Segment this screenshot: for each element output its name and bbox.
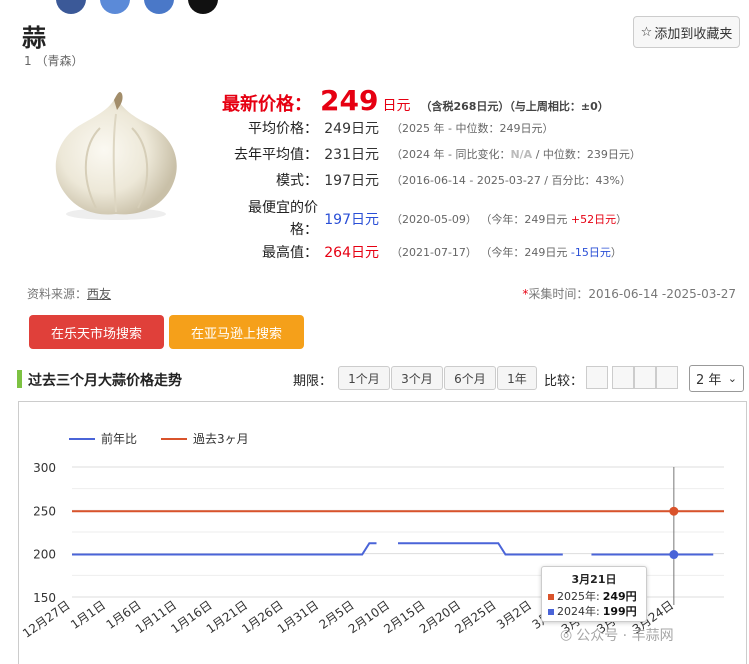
stat-meta-part: +52日元	[570, 213, 617, 226]
stat-value: 197日元	[324, 173, 379, 189]
tooltip-row-value: 199円	[602, 605, 637, 618]
rakuten-search-button[interactable]: 在乐天市场搜索	[29, 315, 164, 349]
stat-value: 264日元	[324, 245, 379, 261]
data-source-label: 资料来源：	[27, 287, 88, 301]
cursor-point-2024	[669, 550, 679, 560]
tooltip-row-label: 2024年:	[557, 605, 600, 618]
stat-meta: （2016-06-14 - 2025-03-27 / 百分比：43%）	[391, 172, 631, 188]
product-subtitle: 1 （青森）	[24, 54, 84, 68]
stat-row: 去年平均值： 231日元 （2024 年 - 同比变化：N/A / 中位数：239日…	[208, 144, 641, 164]
tooltip-row-2025: 2025年: 249円	[548, 589, 640, 604]
cursor-point-2025	[669, 506, 679, 516]
tooltip-title: 3月21日	[571, 573, 617, 586]
stat-meta-part: （2016-06-14 - 2025-03-27 / 百分比：43%）	[391, 174, 631, 187]
share-icon-facebook[interactable]	[56, 0, 86, 14]
stat-value: 197日元	[324, 212, 379, 228]
watermark: ◎ 公众号 · 丰蒜网	[560, 625, 674, 645]
latest-price-note: （含税268日元）（与上周相比：±0）	[420, 100, 609, 113]
stat-meta-part: （2024 年 - 同比变化：	[391, 148, 511, 161]
latest-price: 最新价格： 249 日元 （含税268日元）（与上周相比：±0）	[222, 84, 609, 117]
compare-label: 比较：	[544, 374, 584, 389]
y-tick-label: 150	[33, 591, 56, 605]
stat-value: 231日元	[324, 147, 379, 163]
add-favorite-label: 添加到收藏夹	[654, 26, 733, 42]
stat-meta: （2024 年 - 同比变化：N/A / 中位数：239日元）	[391, 146, 641, 162]
wechat-icon: ◎	[560, 627, 573, 643]
stat-meta: （2020-05-09） （今年：249日元 +52日元）	[391, 211, 627, 227]
stat-label: 平均价格：	[248, 121, 318, 137]
stat-row: 最便宜的价格： 197日元 （2020-05-09） （今年：249日元 +52日元…	[208, 197, 627, 241]
section-title: 过去三个月大蒜价格走势	[28, 373, 182, 389]
legend-label: 過去3ヶ月	[193, 432, 249, 446]
x-tick-label: 1月1日	[68, 598, 108, 632]
x-tick-label: 1月31日	[275, 598, 321, 636]
stat-row: 平均价格： 249日元 （2025 年 - 中位数：249日元）	[208, 118, 553, 138]
series-line	[72, 542, 377, 556]
x-tick-label: 3月2日	[494, 598, 534, 632]
chevron-down-icon: ⌄	[727, 372, 737, 385]
stat-value: 249日元	[324, 121, 379, 137]
section-accent-bar	[17, 370, 22, 388]
compare-toggle-1[interactable]	[586, 366, 608, 389]
stat-label: 模式：	[276, 173, 318, 189]
stat-meta: （2021-07-17） （今年：249日元 -15日元）	[391, 244, 622, 260]
stat-label: 最高值：	[262, 245, 318, 261]
share-icon-twitter[interactable]	[100, 0, 130, 14]
tooltip-row-label: 2025年:	[557, 590, 600, 603]
stat-meta-part: （2020-05-09） （今年：249日元	[391, 213, 571, 226]
x-tick-label: 2月25日	[452, 598, 498, 636]
amazon-search-button[interactable]: 在亚马逊上搜索	[169, 315, 304, 349]
period-button-6m[interactable]: 6个月	[444, 366, 496, 390]
stat-meta: （2025 年 - 中位数：249日元）	[391, 120, 553, 136]
year-select-value: 2 年	[696, 373, 722, 388]
watermark-text: 公众号 · 丰蒜网	[576, 628, 674, 644]
tooltip-row-value: 249円	[602, 590, 637, 603]
latest-price-value: 249	[320, 84, 379, 117]
y-tick-label: 300	[33, 461, 56, 475]
stat-label: 去年平均值：	[234, 147, 318, 163]
stat-row: 模式： 197日元 （2016-06-14 - 2025-03-27 / 百分比：4…	[208, 170, 631, 190]
data-source-link[interactable]: 西友	[87, 287, 111, 301]
stat-meta-part: N/A	[510, 148, 533, 161]
period-button-1m[interactable]: 1个月	[338, 366, 390, 390]
share-icons	[56, 0, 218, 14]
stat-row: 最高值： 264日元 （2021-07-17） （今年：249日元 -15日元）	[208, 242, 622, 262]
latest-price-unit: 日元	[382, 98, 411, 114]
latest-price-label: 最新价格：	[222, 94, 312, 115]
product-title: 蒜	[22, 24, 46, 52]
garlic-image	[55, 92, 177, 220]
stat-meta-part: （2021-07-17） （今年：249日元	[391, 246, 571, 259]
share-icon-line[interactable]	[144, 0, 174, 14]
period-label: 期限：	[293, 374, 333, 389]
stat-meta-part: -15日元	[570, 246, 611, 259]
share-icon-x[interactable]	[188, 0, 218, 14]
star-outline-icon: ☆	[640, 24, 653, 40]
legend-label: 前年比	[101, 431, 137, 446]
collection-time-text: 采集时间：2016-06-14 -2025-03-27	[528, 287, 736, 301]
stat-meta-part: （2025 年 - 中位数：249日元）	[391, 122, 554, 135]
chart-tooltip: 3月21日 2025年: 249円 2024年: 199円	[541, 566, 647, 622]
stat-meta-part: ）	[610, 246, 622, 259]
period-button-1y[interactable]: 1年	[497, 366, 537, 390]
data-source: 资料来源：西友	[27, 285, 111, 302]
compare-toggle-2[interactable]	[612, 366, 634, 389]
compare-toggle-4[interactable]	[656, 366, 678, 389]
collection-time: *采集时间：2016-06-14 -2025-03-27	[522, 285, 736, 302]
y-tick-label: 200	[33, 548, 56, 562]
legend-square-icon	[548, 608, 554, 615]
legend-square-icon	[548, 593, 554, 600]
year-select[interactable]: 2 年 ⌄	[689, 365, 744, 392]
stat-meta-part: / 中位数：239日元）	[532, 148, 641, 161]
compare-toggle-3[interactable]	[634, 366, 656, 389]
stat-label: 最便宜的价格：	[248, 200, 318, 238]
series-line	[398, 542, 563, 556]
add-favorite-button[interactable]: ☆ 添加到收藏夹	[633, 16, 740, 48]
y-tick-label: 250	[33, 504, 56, 518]
stat-meta-part: ）	[616, 213, 628, 226]
period-button-3m[interactable]: 3个月	[391, 366, 443, 390]
tooltip-row-2024: 2024年: 199円	[548, 604, 640, 619]
